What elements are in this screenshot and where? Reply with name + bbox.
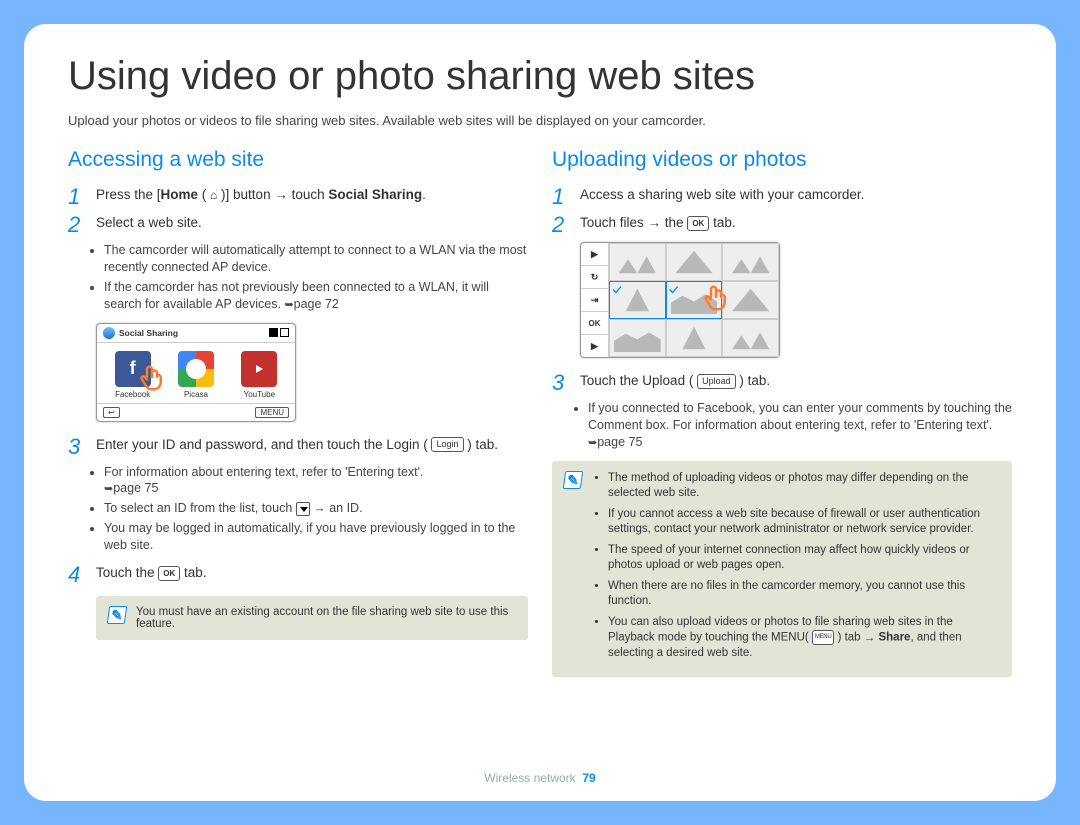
text: Press the [ xyxy=(96,187,161,202)
step3-right-bullets: If you connected to Facebook, you can en… xyxy=(588,400,1012,451)
battery-icon xyxy=(269,328,289,337)
step-1-left: 1 Press the [Home ( )] button touch Soci… xyxy=(68,186,528,208)
youtube-icon xyxy=(241,351,277,387)
step-1-right: 1 Access a sharing web site with your ca… xyxy=(552,186,1012,208)
thumbnail[interactable] xyxy=(666,243,723,281)
arrow-icon xyxy=(313,501,326,515)
side-btn-share[interactable]: ⇥ xyxy=(581,289,608,312)
thumbnail[interactable] xyxy=(666,319,723,357)
two-column-layout: Accessing a web site 1 Press the [Home (… xyxy=(68,148,1012,691)
left-heading: Accessing a web site xyxy=(68,148,528,172)
touch-hand-icon xyxy=(701,283,731,318)
right-column: Uploading videos or photos 1 Access a sh… xyxy=(552,148,1012,691)
thumbnail[interactable] xyxy=(609,319,666,357)
social-sharing-screen: Social Sharing f Facebook Picasa xyxy=(96,323,296,422)
step2-bullets: The camcorder will automatically attempt… xyxy=(104,242,528,313)
note-text: You must have an existing account on the… xyxy=(136,606,516,630)
side-btn-next[interactable]: ▶ xyxy=(581,335,608,357)
list-item: To select an ID from the list, touch an … xyxy=(104,500,528,517)
right-heading: Uploading videos or photos xyxy=(552,148,1012,172)
list-item: The camcorder will automatically attempt… xyxy=(104,242,528,276)
thumbnail-selected[interactable] xyxy=(609,281,666,319)
page-ref: page 72 xyxy=(294,297,339,311)
menu-button[interactable]: MENU xyxy=(255,407,289,418)
step-number: 3 xyxy=(68,436,86,458)
step-number: 1 xyxy=(552,186,570,208)
thumbnail-grid-screen: ▶ ↻ ⇥ OK ▶ xyxy=(580,242,780,358)
share-label: Share xyxy=(878,632,910,644)
thumbnail-grid xyxy=(609,243,779,357)
footer-section: Wireless network xyxy=(484,771,575,785)
page-title: Using video or photo sharing web sites xyxy=(68,54,1012,99)
step-number: 1 xyxy=(68,186,86,208)
step-number: 2 xyxy=(552,214,570,236)
pageref-icon xyxy=(284,297,293,311)
globe-icon xyxy=(103,327,115,339)
list-item: The method of uploading videos or photos… xyxy=(608,471,1000,502)
note-box-left: ✎ You must have an existing account on t… xyxy=(96,596,528,640)
side-toolbar: ▶ ↻ ⇥ OK ▶ xyxy=(581,243,609,357)
step-number: 2 xyxy=(68,214,86,236)
step-number: 3 xyxy=(552,372,570,394)
arrow-icon xyxy=(864,632,876,644)
pageref-icon xyxy=(588,435,597,449)
picasa-icon xyxy=(178,351,214,387)
side-btn-play[interactable]: ▶ xyxy=(581,243,608,266)
step-3-right: 3 Touch the Upload ( Upload ) tab. xyxy=(552,372,1012,394)
upload-button[interactable]: Upload xyxy=(697,374,736,389)
document-page: Using video or photo sharing web sites U… xyxy=(24,24,1056,801)
list-item: If the camcorder has not previously been… xyxy=(104,279,528,313)
pageref-icon xyxy=(104,481,113,495)
home-label: Home xyxy=(161,187,199,202)
list-item: When there are no files in the camcorder… xyxy=(608,579,1000,610)
thumbnail[interactable] xyxy=(722,243,779,281)
note-icon: ✎ xyxy=(563,471,584,489)
back-button[interactable]: ↩ xyxy=(103,407,120,418)
step-2-left: 2 Select a web site. xyxy=(68,214,528,236)
page-ref: page 75 xyxy=(113,481,158,495)
intro-text: Upload your photos or videos to file sha… xyxy=(68,113,1012,128)
ok-button[interactable]: OK xyxy=(158,566,180,581)
arrow-icon xyxy=(648,215,662,230)
picasa-button[interactable]: Picasa xyxy=(169,351,223,399)
left-column: Accessing a web site 1 Press the [Home (… xyxy=(68,148,528,691)
thumbnail[interactable] xyxy=(609,243,666,281)
page-footer: Wireless network 79 xyxy=(24,771,1056,785)
check-icon xyxy=(612,284,622,294)
side-btn-ok[interactable]: OK xyxy=(581,312,608,335)
check-icon xyxy=(669,284,679,294)
login-button[interactable]: Login xyxy=(431,437,463,452)
ok-button[interactable]: OK xyxy=(687,216,709,231)
step-4-left: 4 Touch the OK tab. xyxy=(68,564,528,586)
dropdown-icon xyxy=(296,502,310,516)
page-ref: page 75 xyxy=(597,435,642,449)
list-item: You can also upload videos or photos to … xyxy=(608,615,1000,662)
list-item: You may be logged in automatically, if y… xyxy=(104,520,528,554)
side-btn-rotate[interactable]: ↻ xyxy=(581,266,608,289)
list-item: If you cannot access a web site because … xyxy=(608,507,1000,538)
touch-hand-icon xyxy=(137,363,167,395)
note-icon: ✎ xyxy=(107,606,128,624)
social-sharing-label: Social Sharing xyxy=(328,187,422,202)
step-2-right: 2 Touch files the OK tab. xyxy=(552,214,1012,236)
list-item: For information about entering text, ref… xyxy=(104,464,528,498)
step-number: 4 xyxy=(68,564,86,586)
thumbnail[interactable] xyxy=(722,319,779,357)
screen-title: Social Sharing xyxy=(119,328,178,338)
step3-bullets: For information about entering text, ref… xyxy=(104,464,528,554)
step-3-left: 3 Enter your ID and password, and then t… xyxy=(68,436,528,458)
list-item: If you connected to Facebook, you can en… xyxy=(588,400,1012,451)
youtube-button[interactable]: YouTube xyxy=(232,351,286,399)
menu-icon: MENU xyxy=(812,630,834,645)
arrow-icon xyxy=(274,187,288,202)
list-item: The speed of your internet connection ma… xyxy=(608,543,1000,574)
page-number: 79 xyxy=(582,771,595,785)
note-box-right: ✎ The method of uploading videos or phot… xyxy=(552,461,1012,677)
